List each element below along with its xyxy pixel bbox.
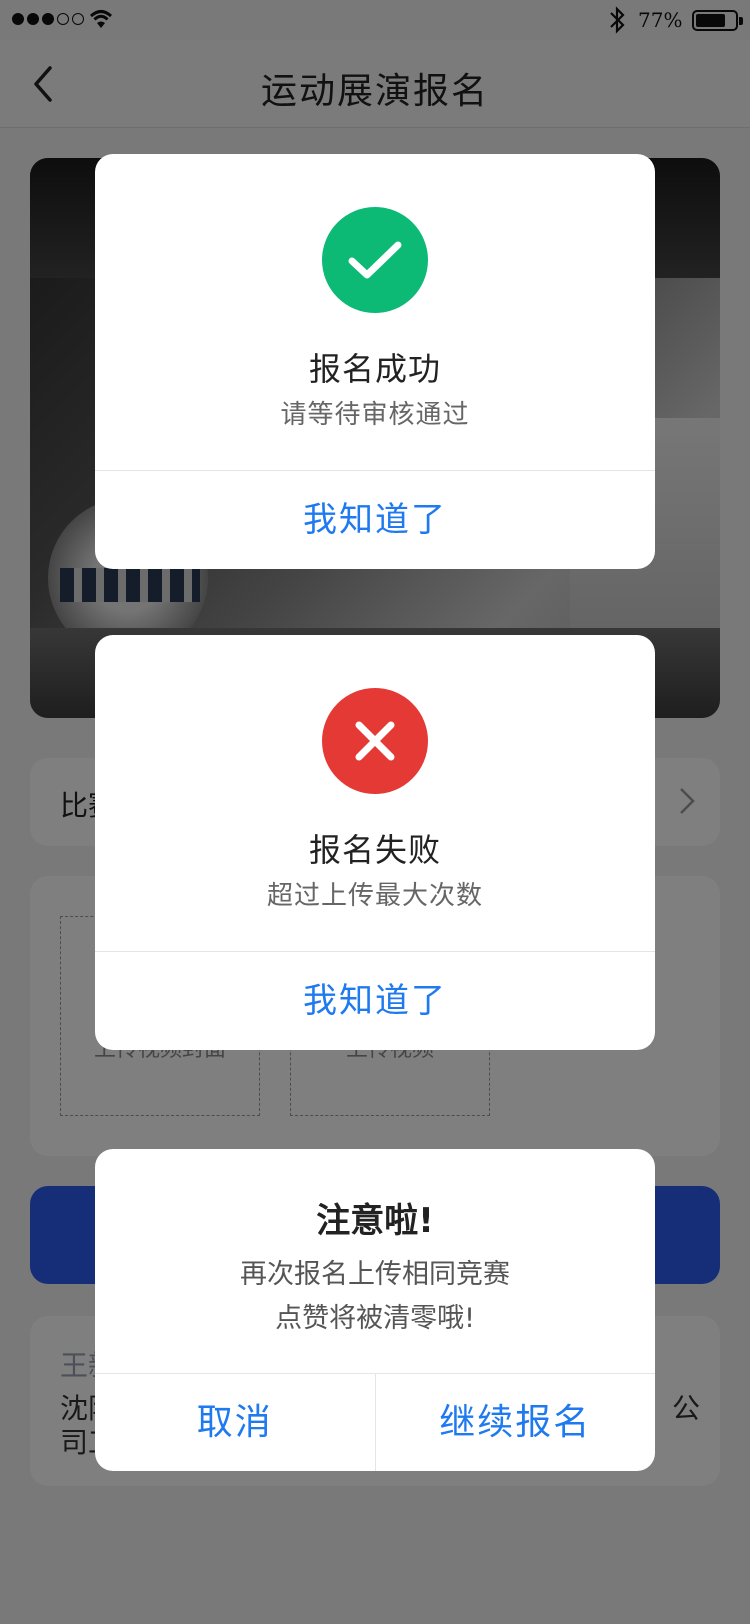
fail-title: 报名失败 <box>308 831 441 869</box>
success-dialog: 报名成功 请等待审核通过 我知道了 <box>95 154 655 569</box>
fail-circle <box>322 688 428 794</box>
success-ok-button[interactable]: 我知道了 <box>95 471 655 569</box>
success-circle <box>322 207 428 313</box>
warning-line-2: 点赞将被清零哦! <box>275 1303 475 1334</box>
fail-dialog: 报名失败 超过上传最大次数 我知道了 <box>95 635 655 1050</box>
success-title: 报名成功 <box>308 350 441 388</box>
success-subtitle: 请等待审核通过 <box>280 400 470 430</box>
warning-actions: 取消 继续报名 <box>95 1373 655 1471</box>
fail-ok-button[interactable]: 我知道了 <box>95 952 655 1050</box>
warning-line-1: 再次报名上传相同竞赛 <box>240 1259 510 1290</box>
cancel-button[interactable]: 取消 <box>95 1374 375 1471</box>
warning-dialog: 注意啦! 再次报名上传相同竞赛 点赞将被清零哦! 取消 继续报名 <box>95 1149 655 1471</box>
fail-subtitle: 超过上传最大次数 <box>266 881 483 911</box>
warning-title: 注意啦! <box>316 1201 434 1241</box>
continue-register-button[interactable]: 继续报名 <box>374 1374 656 1471</box>
close-icon <box>355 721 395 761</box>
warning-message: 再次报名上传相同竞赛 点赞将被清零哦! <box>95 1253 655 1341</box>
check-icon <box>348 241 402 279</box>
